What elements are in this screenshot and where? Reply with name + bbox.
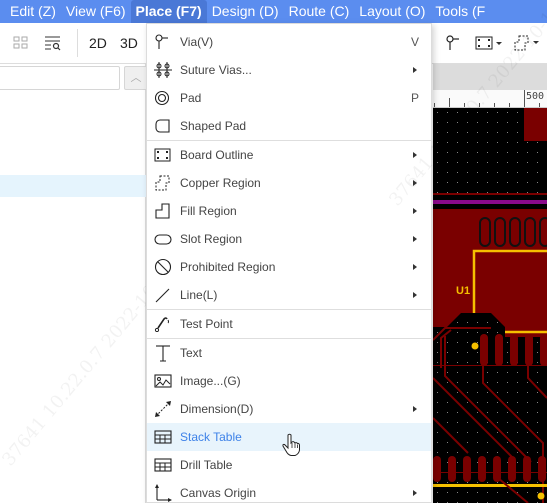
menu-item-label: Drill Table — [180, 458, 233, 472]
line-icon — [154, 287, 172, 303]
slot-region-icon — [154, 231, 172, 247]
submenu-arrow-icon — [413, 292, 417, 298]
menu-item-label: Test Point — [180, 317, 233, 331]
menu-item-label: Copper Region — [180, 176, 261, 190]
menu-place[interactable]: Place (F7) — [130, 0, 207, 23]
grid-icon — [13, 36, 28, 49]
menu-item-label: Prohibited Region — [180, 260, 276, 274]
menu-item-label: Dimension(D) — [180, 402, 254, 416]
menu-item-label: Shaped Pad — [180, 119, 247, 133]
left-panel-search-input[interactable] — [0, 66, 120, 90]
via-icon — [154, 34, 172, 50]
via-icon — [446, 35, 459, 50]
pcb-canvas[interactable]: U1 — [433, 108, 547, 503]
menu-route[interactable]: Route (C) — [284, 0, 355, 23]
menu-item-label: Pad — [180, 91, 202, 105]
pad-icon — [154, 90, 172, 106]
component-label: U1 — [456, 285, 470, 297]
selected-tree-row[interactable] — [0, 175, 146, 197]
menu-item-line[interactable]: Line(L) — [147, 281, 431, 309]
menu-item-label: Text — [180, 346, 203, 360]
menu-item-board-outline[interactable]: Board Outline — [147, 141, 431, 169]
menu-item-copper-region[interactable]: Copper Region — [147, 169, 431, 197]
menu-item-prohibited-region[interactable]: Prohibited Region — [147, 253, 431, 281]
ruler-label: 500 — [526, 91, 545, 102]
menu-item-label: Stack Table — [180, 430, 242, 444]
canvas-origin-icon — [154, 484, 172, 502]
menu-item-label: Line(L) — [180, 288, 218, 302]
layer-bar — [433, 200, 547, 204]
menu-design[interactable]: Design (D) — [207, 0, 284, 23]
menu-tools[interactable]: Tools (F — [430, 0, 490, 23]
menu-item-slot-region[interactable]: Slot Region — [147, 225, 431, 253]
menu-item-via[interactable]: Via(V) V — [147, 28, 431, 56]
submenu-arrow-icon — [413, 152, 417, 158]
menu-bar: Edit (Z) View (F6) Place (F7) Design (D)… — [0, 0, 547, 23]
menu-item-label: Suture Vias... — [180, 63, 252, 77]
board-outline-icon — [475, 36, 502, 50]
suture-vias-icon — [154, 62, 172, 78]
submenu-arrow-icon — [413, 406, 417, 412]
view-2d-button[interactable]: 2D — [89, 33, 107, 53]
shortcut-label: V — [410, 35, 419, 49]
toolbar-divider — [77, 29, 78, 57]
menu-edit[interactable]: Edit (Z) — [0, 0, 61, 23]
copper-region-icon — [514, 35, 539, 51]
grid-view-button[interactable] — [12, 33, 30, 53]
menu-item-canvas-origin[interactable]: Canvas Origin — [147, 479, 431, 503]
menu-item-label: Image...(G) — [180, 374, 241, 388]
menu-item-image[interactable]: Image...(G) — [147, 367, 431, 395]
menu-item-label: Canvas Origin — [180, 486, 257, 500]
list-search-button[interactable] — [44, 33, 62, 53]
collapse-button[interactable]: ︿ — [124, 66, 148, 90]
dimension-icon — [154, 401, 172, 417]
menu-item-suture-vias[interactable]: Suture Vias... — [147, 56, 431, 84]
menu-item-label: Board Outline — [180, 148, 254, 162]
canvas-tab-strip — [433, 64, 547, 90]
menu-item-label: Via(V) — [180, 35, 214, 49]
place-via-button[interactable] — [444, 33, 462, 53]
shortcut-label: P — [410, 91, 419, 105]
submenu-arrow-icon — [413, 67, 417, 73]
text-icon — [154, 345, 172, 362]
shaped-pad-icon — [154, 118, 172, 134]
copper-region-dropdown[interactable] — [513, 33, 543, 53]
fill-region-icon — [154, 203, 172, 219]
list-search-icon — [45, 36, 61, 51]
menu-item-fill-region[interactable]: Fill Region — [147, 197, 431, 225]
place-menu-dropdown: Via(V) V Suture Vias... Pad P Shaped Pad… — [146, 0, 547, 503]
submenu-arrow-icon — [413, 208, 417, 214]
submenu-arrow-icon — [413, 490, 417, 496]
menu-item-label: Fill Region — [180, 204, 237, 218]
pcb-drawing: U1 — [433, 108, 547, 503]
menu-item-dimension[interactable]: Dimension(D) — [147, 395, 431, 423]
copper-fill — [524, 108, 547, 141]
menu-item-text[interactable]: Text — [147, 339, 431, 367]
hand-pointer-cursor-icon — [282, 433, 300, 456]
menu-item-shaped-pad[interactable]: Shaped Pad — [147, 112, 431, 140]
menu-item-pad[interactable]: Pad P — [147, 84, 431, 112]
test-point-icon — [154, 316, 172, 332]
board-outline-dropdown[interactable] — [475, 33, 503, 53]
chevron-up-icon: ︿ — [130, 72, 142, 84]
left-panel: ︿ 37641 10.22.0.7 2022-10-14 — [0, 64, 180, 503]
menu-view[interactable]: View (F6) — [61, 0, 131, 23]
drill-table-icon — [154, 457, 172, 473]
menu-item-label: Slot Region — [180, 232, 243, 246]
submenu-arrow-icon — [413, 264, 417, 270]
submenu-arrow-icon — [413, 236, 417, 242]
menu-item-test-point[interactable]: Test Point — [147, 310, 431, 338]
prohibited-region-icon — [154, 258, 172, 276]
horizontal-ruler: 500 — [433, 90, 547, 108]
image-icon — [154, 373, 172, 389]
stack-table-icon — [154, 429, 172, 445]
view-3d-button[interactable]: 3D — [120, 33, 138, 53]
menu-layout[interactable]: Layout (O) — [354, 0, 430, 23]
copper-region-icon — [154, 175, 172, 191]
board-outline-icon — [154, 147, 172, 163]
submenu-arrow-icon — [413, 180, 417, 186]
